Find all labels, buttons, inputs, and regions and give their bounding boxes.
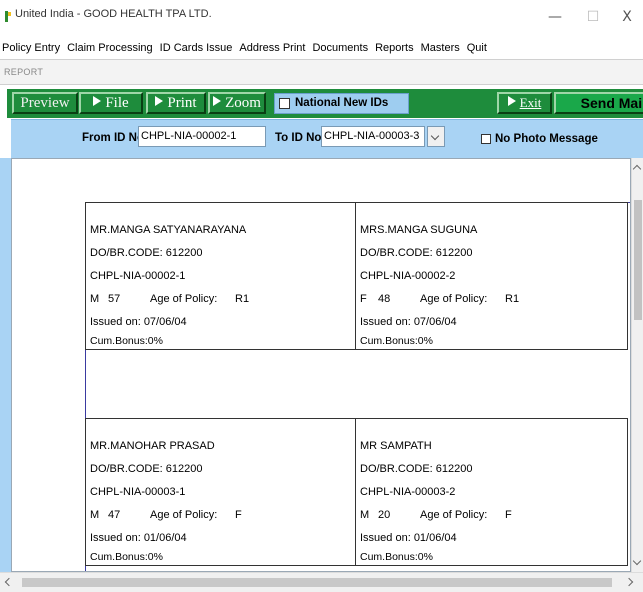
id-card: MRS.MANGA SUGUNA DO/BR.CODE: 612200 CHPL… [355,202,628,350]
preview-button[interactable]: Preview [12,92,78,114]
card-issued: Issued on: 01/06/04 [360,532,457,544]
menu-bar: Policy Entry Claim Processing ID Cards I… [0,38,643,58]
card-sex: F [360,293,367,305]
menu-id-cards-issue[interactable]: ID Cards Issue [160,42,233,54]
menu-reports[interactable]: Reports [375,42,414,54]
card-sex: M [90,509,100,521]
card-bonus: Cum.Bonus:0% [360,335,433,347]
card-issued: Issued on: 07/06/04 [360,316,457,328]
card-id: CHPL-NIA-00003-1 [90,486,186,498]
exit-label: Exit [519,95,542,110]
card-age: 48 [378,293,391,305]
play-icon [93,96,102,106]
menu-documents[interactable]: Documents [312,42,368,54]
card-id: CHPL-NIA-00002-2 [360,270,456,282]
menu-policy-entry[interactable]: Policy Entry [2,42,60,54]
card-id: CHPL-NIA-00002-1 [90,270,186,282]
checkbox-box[interactable] [481,134,491,144]
report-toolbar: Preview File Print Zoom National New IDs… [5,87,643,118]
card-aop-label: Age of Policy: [150,509,218,521]
send-mail-button[interactable]: Send Mail [554,92,643,114]
window-title: United India - GOOD HEALTH TPA LTD. [15,8,212,20]
maximize-button[interactable]: ☐ [578,4,608,30]
card-sex-age: M 47 Age of Policy: F [90,509,242,521]
exit-button[interactable]: Exit [497,92,552,114]
id-card: MR.MANOHAR PRASAD DO/BR.CODE: 612200 CHP… [85,418,356,566]
chevron-down-icon[interactable] [427,126,445,147]
from-id-label: From ID No [82,132,144,144]
card-name: MR SAMPATH [360,440,432,452]
left-gutter [0,158,11,572]
card-age: 57 [108,293,121,305]
card-aop-label: Age of Policy: [150,293,218,305]
menu-address-print[interactable]: Address Print [239,42,305,54]
card-sex: M [90,293,100,305]
id-filter-bar: From ID No CHPL-NIA-00002-1 To ID No CHP… [11,119,643,158]
app-icon [5,11,11,22]
zoom-label: Zoom [225,95,261,111]
title-bar: United India - GOOD HEALTH TPA LTD. — ☐ … [0,0,643,38]
card-bonus: Cum.Bonus:0% [90,551,163,563]
close-button[interactable]: X [612,4,642,30]
no-photo-message-label: No Photo Message [495,133,598,145]
print-button[interactable]: Print [146,92,206,114]
file-button[interactable]: File [79,92,143,114]
menu-claim-processing[interactable]: Claim Processing [67,42,153,54]
card-issued: Issued on: 07/06/04 [90,316,187,328]
card-sex-age: M 20 Age of Policy: F [360,509,512,521]
card-aop: R1 [235,293,250,305]
card-code: DO/BR.CODE: 612200 [90,463,203,475]
report-preview[interactable]: MR.MANGA SATYANARAYANA DO/BR.CODE: 61220… [11,158,631,572]
minimize-button[interactable]: — [540,4,570,30]
card-sex-age: M 57 Age of Policy: R1 [90,293,249,305]
to-id-label: To ID No [275,132,322,144]
to-id-select[interactable]: CHPL-NIA-00003-3 [321,126,425,147]
card-name: MR.MANGA SATYANARAYANA [90,224,247,236]
card-name: MRS.MANGA SUGUNA [360,224,478,236]
report-label: REPORT [4,67,44,77]
card-aop-label: Age of Policy: [420,509,488,521]
card-age: 20 [378,509,391,521]
card-code: DO/BR.CODE: 612200 [360,247,473,259]
play-icon [507,96,516,106]
play-icon [213,96,222,106]
play-icon [155,96,164,106]
file-label: File [105,95,129,111]
send-mail-label: Send Mail [580,95,643,111]
national-new-ids-checkbox[interactable]: National New IDs [274,93,409,114]
menu-masters[interactable]: Masters [421,42,460,54]
card-code: DO/BR.CODE: 612200 [360,463,473,475]
card-name: MR.MANOHAR PRASAD [90,440,215,452]
vertical-scroll-thumb[interactable] [634,200,642,320]
horizontal-scrollbar[interactable] [0,572,643,592]
id-card: MR.MANGA SATYANARAYANA DO/BR.CODE: 61220… [85,202,356,350]
vertical-scrollbar[interactable] [631,158,643,572]
chevron-right-icon[interactable] [624,577,634,587]
card-aop: F [235,509,242,521]
chevron-up-icon[interactable] [632,164,642,174]
national-new-ids-label: National New IDs [295,97,389,109]
chevron-down-icon[interactable] [632,556,642,566]
chevron-left-icon[interactable] [4,577,14,587]
card-aop: R1 [505,293,520,305]
card-aop: F [505,509,512,521]
card-bonus: Cum.Bonus:0% [360,551,433,563]
card-sex: M [360,509,370,521]
card-bonus: Cum.Bonus:0% [90,335,163,347]
preview-label: Preview [20,95,70,111]
card-issued: Issued on: 01/06/04 [90,532,187,544]
menu-quit[interactable]: Quit [467,42,487,54]
report-header: REPORT [0,59,643,85]
from-id-input[interactable]: CHPL-NIA-00002-1 [138,126,266,147]
card-id: CHPL-NIA-00003-2 [360,486,456,498]
card-aop-label: Age of Policy: [420,293,488,305]
horizontal-scroll-thumb[interactable] [22,578,612,587]
print-label: Print [167,95,197,111]
id-card: MR SAMPATH DO/BR.CODE: 612200 CHPL-NIA-0… [355,418,628,566]
card-code: DO/BR.CODE: 612200 [90,247,203,259]
card-sex-age: F 48 Age of Policy: R1 [360,293,519,305]
zoom-button[interactable]: Zoom [208,92,266,114]
card-age: 47 [108,509,121,521]
checkbox-box[interactable] [279,98,290,109]
